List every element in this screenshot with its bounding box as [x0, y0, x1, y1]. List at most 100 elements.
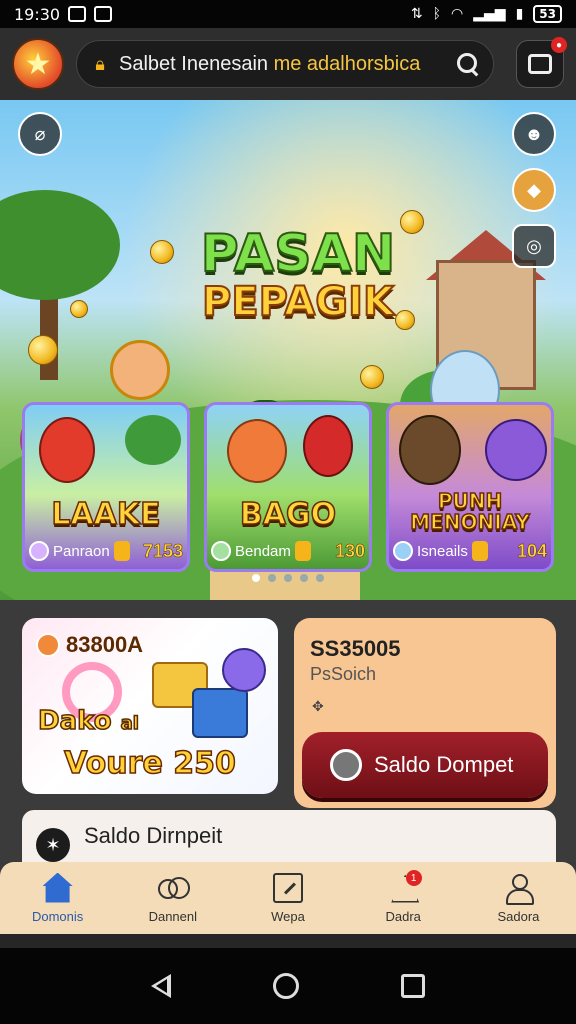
- promo-value: Voure 250: [63, 745, 236, 782]
- nav-label: Wepa: [271, 908, 305, 924]
- vibrate-icon: ⇅: [410, 6, 423, 22]
- search-bar[interactable]: 🔒︎ Salbet Inenesain me adalhorsbica: [76, 40, 494, 88]
- carousel-dot[interactable]: [268, 574, 276, 582]
- nav-item-dadra[interactable]: 1 Dadra: [346, 862, 461, 934]
- game-art: [227, 419, 287, 483]
- game-card-footer: Isneails 104: [393, 537, 547, 565]
- nav-item-sadora[interactable]: Sadora: [461, 862, 576, 934]
- wallet-mark: ✥: [312, 698, 324, 714]
- bluetooth-icon: ᛒ: [432, 6, 442, 22]
- camera-button[interactable]: ◎: [512, 224, 556, 268]
- tree: [0, 190, 120, 300]
- inbox-badge: ●: [551, 37, 567, 53]
- nav-item-wepa[interactable]: Wepa: [230, 862, 345, 934]
- status-time: 19:30: [14, 4, 61, 24]
- game-card-value: 130: [334, 540, 366, 561]
- search-text-accent: me adalhorsbica: [273, 52, 421, 75]
- edit-icon: [273, 872, 303, 903]
- inbox-button[interactable]: ●: [516, 37, 567, 88]
- carousel-dots: [0, 574, 576, 582]
- wallet-card: SS35005 PsSoich ✥ Saldo Dompet: [294, 618, 556, 808]
- nav-item-domonis[interactable]: Domonis: [0, 862, 115, 934]
- wallet-sub: PsSoich: [310, 664, 377, 684]
- coin: [28, 335, 58, 365]
- chip-icon: [211, 541, 231, 561]
- game-card-value: 104: [516, 540, 548, 561]
- hero-title: PASAN PEPAGIK: [178, 224, 418, 323]
- notification-image-icon: [94, 6, 113, 22]
- game-art: [399, 415, 461, 485]
- game-card-footer: Panraon 7153: [29, 537, 183, 565]
- carousel-dot[interactable]: [284, 574, 292, 582]
- nav-label: Dadra: [385, 908, 421, 924]
- status-bar: 19:30 ⇅ ᛒ ◠ ▂▄▆ ▮ 53: [0, 0, 576, 28]
- saldo-dompet-button[interactable]: Saldo Dompet: [302, 732, 548, 798]
- notification-app-icon: [68, 6, 87, 22]
- ball: [222, 648, 266, 692]
- game-card-title: LAAKE: [51, 496, 162, 533]
- game-art: [39, 417, 95, 483]
- promo-label: Dako al: [37, 705, 139, 737]
- nav-gap: [0, 934, 576, 948]
- game-card[interactable]: BAGO Bendam 130: [204, 402, 372, 572]
- game-card-label: Bendam: [235, 542, 291, 560]
- coin: [70, 300, 88, 318]
- game-art: [485, 419, 547, 481]
- game-card-label: Panraon: [53, 542, 110, 560]
- coin-icon: [294, 541, 311, 561]
- coin-icon: [471, 541, 488, 561]
- recents-icon[interactable]: [401, 974, 425, 998]
- hero-banner[interactable]: PASAN PEPAGIK ⌀ ☻ ◆ ◎ LAAKE Panraon 7153…: [0, 100, 576, 600]
- lock-icon: 🔒︎: [95, 53, 105, 74]
- chip-icon: [29, 541, 49, 561]
- game-card[interactable]: PUNH MENONIAY Isneails 104: [386, 402, 554, 572]
- star-badge-icon: ✶: [36, 828, 70, 862]
- coin: [150, 240, 174, 264]
- carousel-dot[interactable]: [316, 574, 324, 582]
- ticket-button[interactable]: ◆: [512, 168, 556, 212]
- app-bar: ★ 🔒︎ Salbet Inenesain me adalhorsbica ●: [0, 28, 576, 100]
- carousel-dot[interactable]: [300, 574, 308, 582]
- nav-item-dannenl[interactable]: Dannenl: [115, 862, 230, 934]
- promo-card[interactable]: 83800A Dako al Voure 250: [22, 618, 278, 794]
- content-area: 83800A Dako al Voure 250 SS35005 PsSoich…: [0, 600, 576, 880]
- search-icon[interactable]: [455, 51, 481, 77]
- home-icon: [42, 872, 73, 903]
- wifi-icon: ◠: [451, 6, 464, 22]
- user-icon: [503, 873, 535, 905]
- nav-badge: 1: [405, 870, 422, 886]
- game-card-value: 7153: [142, 540, 184, 561]
- gift-cube: [192, 688, 248, 738]
- back-icon[interactable]: [151, 974, 171, 998]
- promo-code: 83800A: [36, 632, 143, 658]
- game-card[interactable]: LAAKE Panraon 7153: [22, 402, 190, 572]
- search-input[interactable]: Salbet Inenesain me adalhorsbica: [119, 53, 449, 76]
- app-logo[interactable]: ★: [12, 38, 64, 90]
- home-circle-icon[interactable]: [273, 973, 299, 999]
- carousel-dot[interactable]: [252, 574, 260, 582]
- promo-code-text: 83800A: [66, 632, 144, 657]
- nav-label: Domonis: [31, 908, 84, 924]
- nav-label: Dannenl: [148, 908, 198, 924]
- promo-label-main: Dako: [37, 705, 112, 737]
- game-card-footer: Bendam 130: [211, 537, 365, 565]
- battery-saver-icon: ▮: [515, 6, 524, 22]
- saldo-dompet-label: Saldo Dompet: [374, 752, 514, 777]
- nav-label: Sadora: [497, 908, 540, 924]
- coin: [360, 365, 384, 389]
- coin-icon: [113, 541, 130, 561]
- search-text-main: Salbet Inenesain: [119, 52, 269, 75]
- hero-title-line1: PASAN: [200, 224, 397, 284]
- saldo-card-label: Saldo Dirnpeit: [84, 823, 223, 848]
- bottom-nav: Domonis Dannenl Wepa 1 Dadra Sadora: [0, 862, 576, 934]
- chip-icon: [393, 541, 413, 561]
- battery-icon: 53: [533, 5, 562, 23]
- game-card-title: BAGO: [239, 496, 337, 533]
- game-art: [125, 415, 181, 465]
- character-button[interactable]: ☻: [512, 112, 556, 156]
- promo-tag-button[interactable]: ⌀: [18, 112, 62, 156]
- signal-icon: ▂▄▆: [473, 6, 506, 22]
- promo-code-icon: [36, 633, 60, 657]
- wallet-icon: [330, 749, 362, 781]
- app-screen: 19:30 ⇅ ᛒ ◠ ▂▄▆ ▮ 53 ★ 🔒︎ Salbet Inenesa…: [0, 0, 576, 1024]
